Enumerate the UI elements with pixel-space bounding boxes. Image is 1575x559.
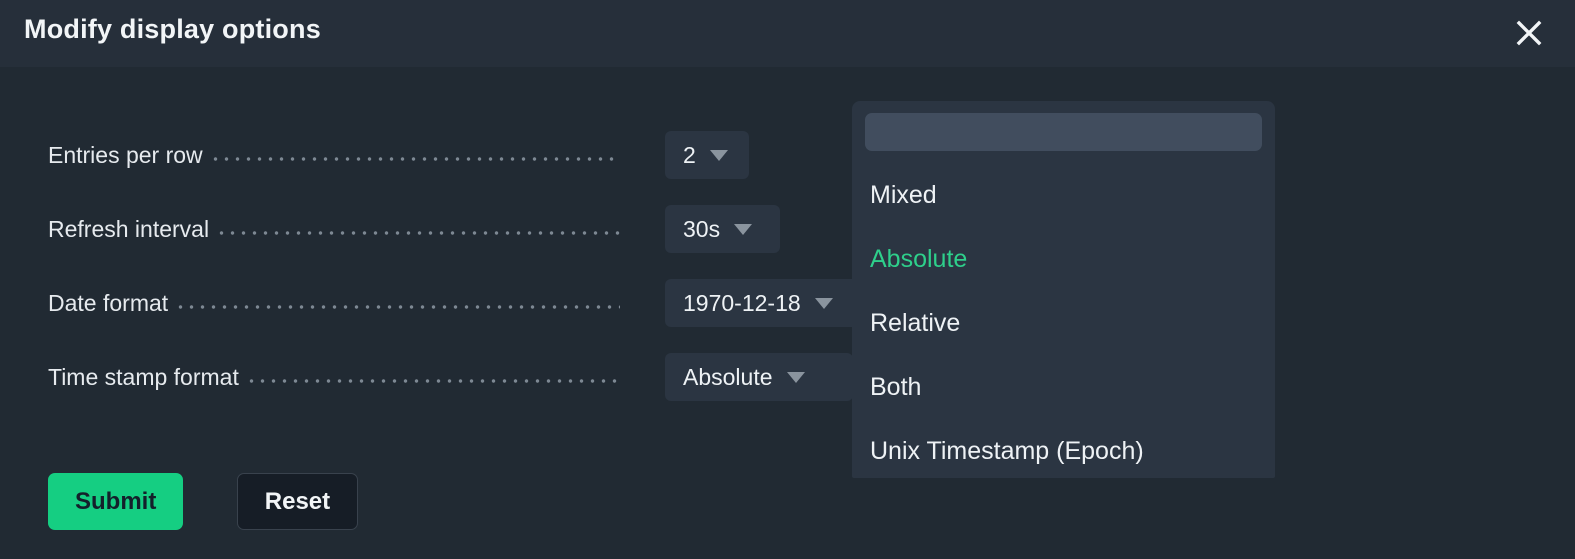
form-row-date-format: Date format 1970-12-18: [0, 279, 1575, 327]
form-label-refresh-interval: Refresh interval: [48, 215, 210, 242]
form-row-entries-per-row: Entries per row 2: [0, 131, 1575, 179]
form-row-time-stamp-format: Time stamp format Absolute: [0, 353, 1575, 401]
dialog-body: Entries per row 2 Refresh interval 30s D…: [0, 67, 1575, 559]
form-row-refresh-interval: Refresh interval 30s: [0, 205, 1575, 253]
form-label-wrap: Time stamp format: [48, 353, 620, 401]
dropdown-search-input[interactable]: [865, 113, 1262, 151]
dialog-header: Modify display options: [0, 0, 1575, 67]
dotted-leader: [219, 223, 620, 243]
dropdown-option-absolute[interactable]: Absolute: [852, 227, 1275, 291]
dropdown-option-unix-timestamp[interactable]: Unix Timestamp (Epoch): [852, 419, 1275, 478]
form-label-time-stamp-format: Time stamp format: [48, 363, 239, 390]
select-value-date-format: 1970-12-18: [683, 289, 801, 316]
chevron-down-icon: [709, 149, 728, 161]
reset-button[interactable]: Reset: [236, 473, 359, 530]
select-value-time-stamp-format: Absolute: [683, 363, 773, 390]
dotted-leader: [248, 371, 620, 391]
select-value-entries-per-row: 2: [683, 141, 696, 168]
close-icon[interactable]: [1509, 13, 1549, 53]
dropdown-option-list: Mixed Absolute Relative Both Unix Timest…: [852, 163, 1275, 478]
dotted-leader: [178, 297, 620, 317]
select-time-stamp-format[interactable]: Absolute: [665, 353, 853, 401]
select-value-refresh-interval: 30s: [683, 215, 721, 242]
dotted-leader: [212, 149, 620, 169]
chevron-down-icon: [734, 223, 753, 235]
form-label-wrap: Date format: [48, 279, 620, 327]
submit-button[interactable]: Submit: [48, 473, 184, 530]
form-label-entries-per-row: Entries per row: [48, 141, 203, 168]
dropdown-option-relative[interactable]: Relative: [852, 291, 1275, 355]
form-label-wrap: Entries per row: [48, 131, 620, 179]
select-entries-per-row[interactable]: 2: [665, 131, 749, 179]
select-refresh-interval[interactable]: 30s: [665, 205, 780, 253]
chevron-down-icon: [814, 297, 833, 309]
page-title: Modify display options: [24, 14, 321, 44]
dropdown-option-both[interactable]: Both: [852, 355, 1275, 419]
select-date-format[interactable]: 1970-12-18: [665, 279, 883, 327]
dropdown-option-mixed[interactable]: Mixed: [852, 163, 1275, 227]
form-label-wrap: Refresh interval: [48, 205, 620, 253]
button-bar: Submit Reset: [48, 473, 359, 530]
form-label-date-format: Date format: [48, 289, 169, 316]
chevron-down-icon: [786, 371, 805, 383]
dropdown-panel-time-stamp-format: Mixed Absolute Relative Both Unix Timest…: [852, 101, 1275, 478]
